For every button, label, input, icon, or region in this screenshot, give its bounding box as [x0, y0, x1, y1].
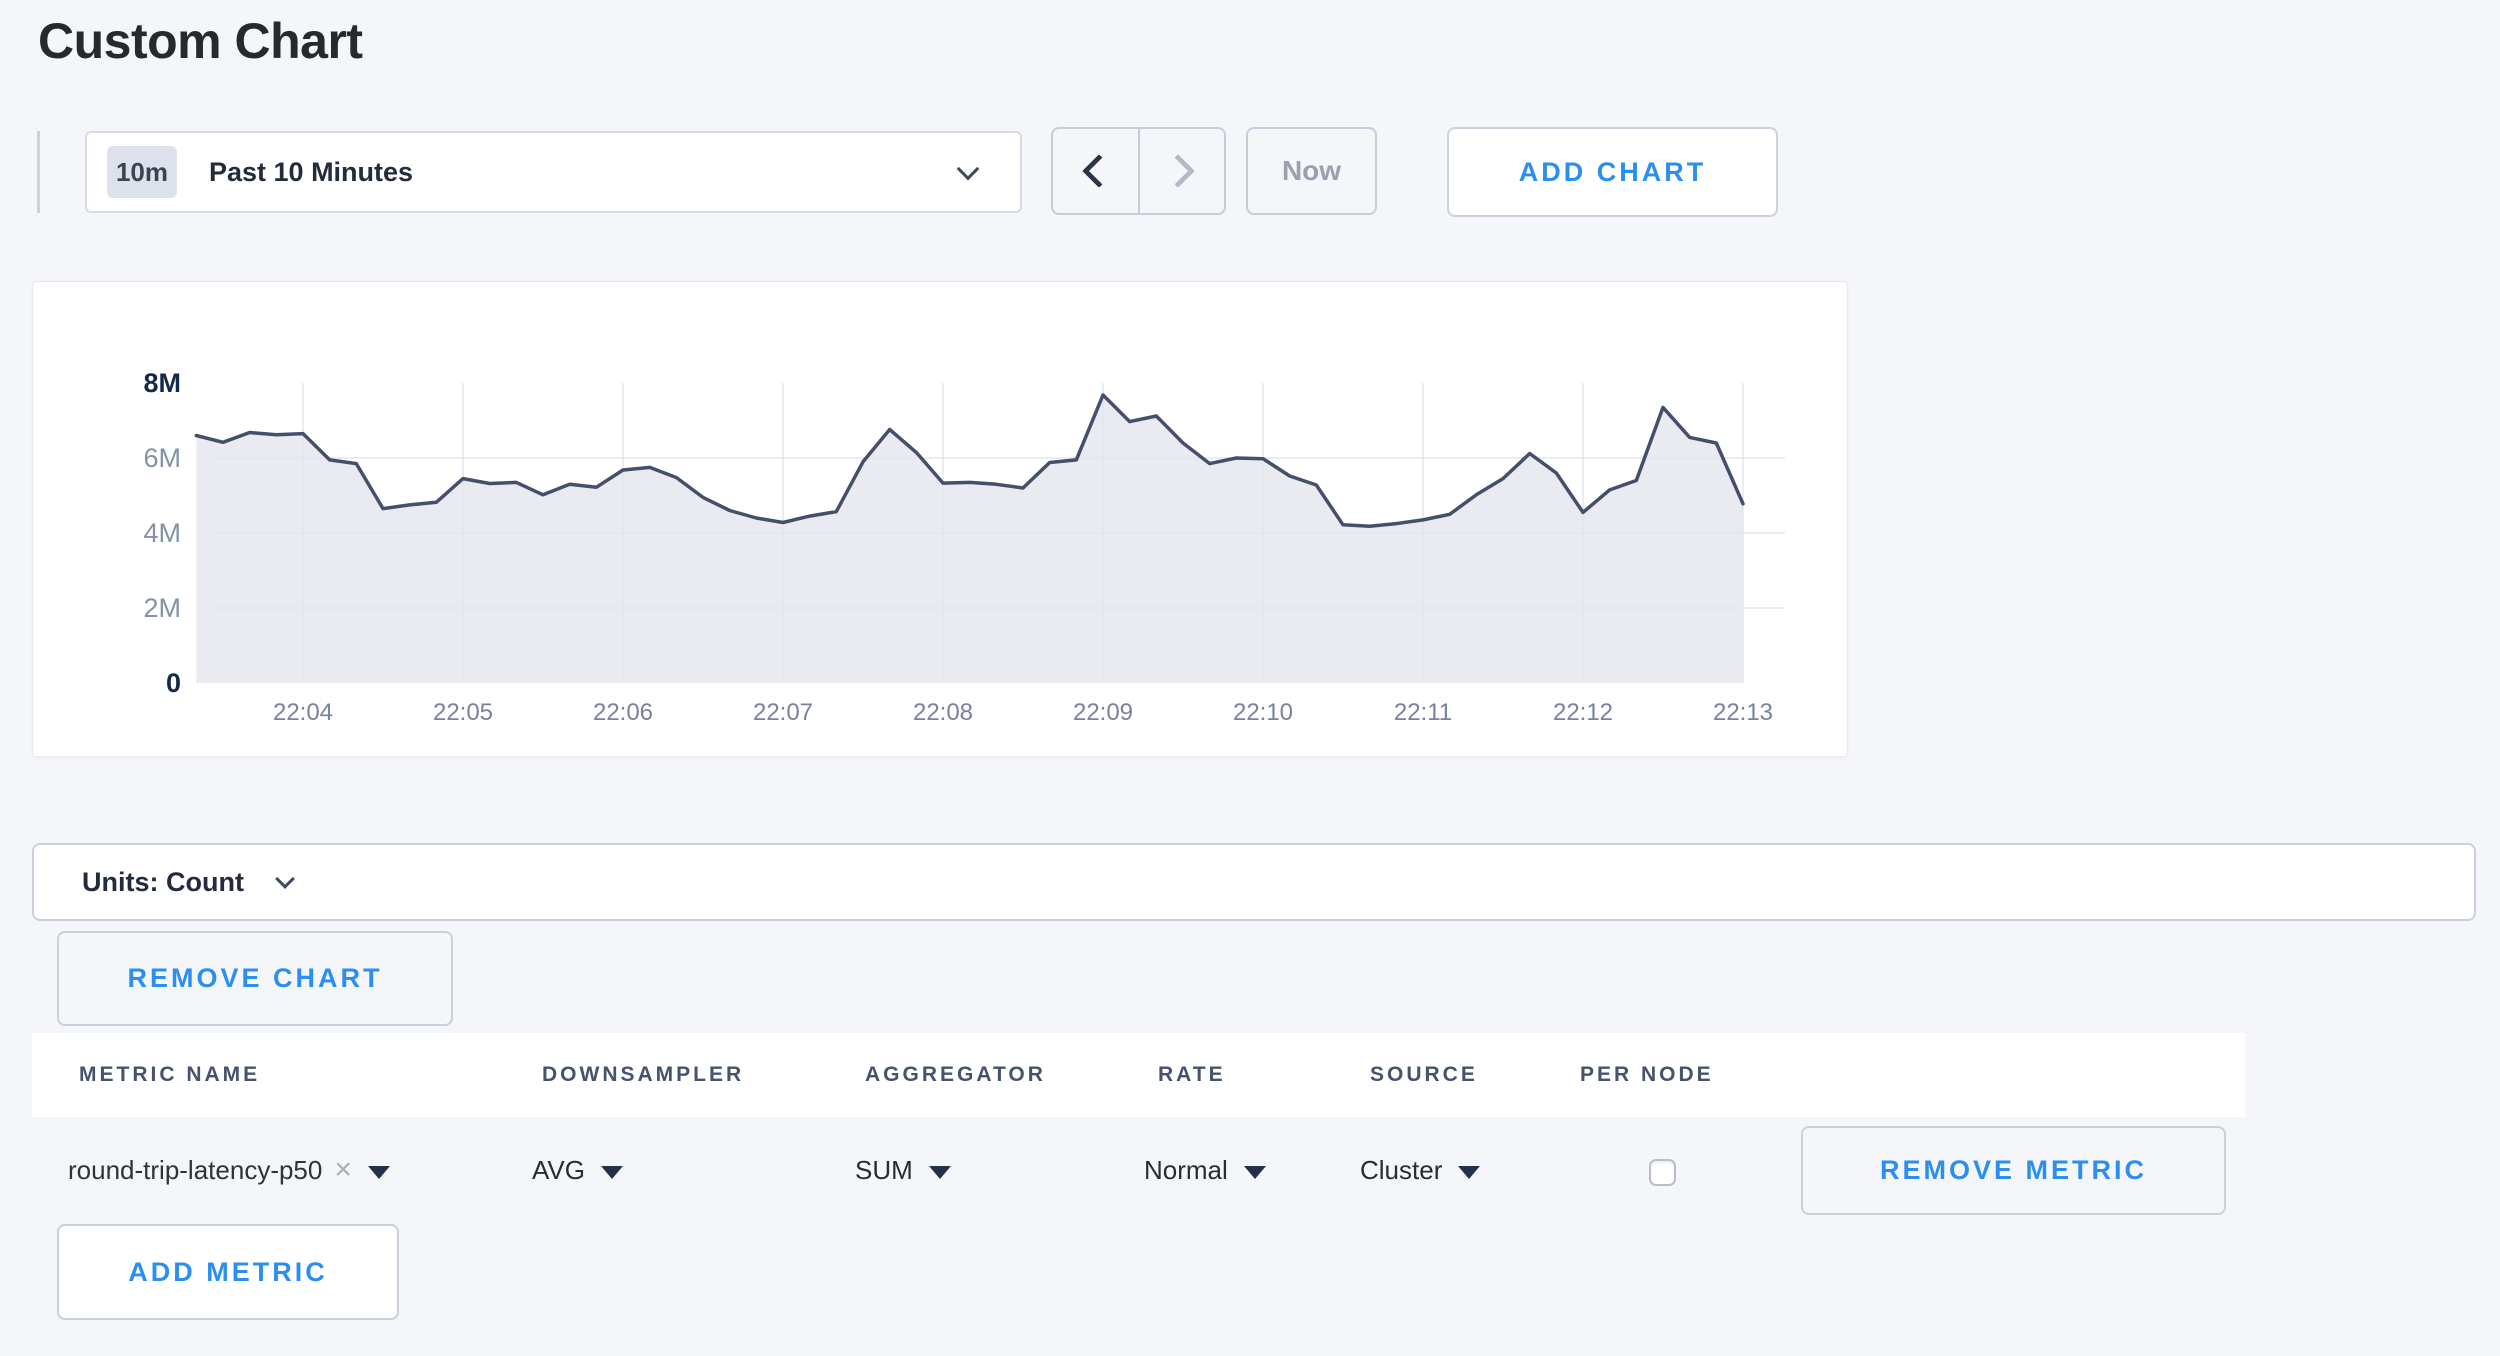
column-header-rate: RATE — [1158, 1033, 1226, 1117]
column-header-aggregator: AGGREGATOR — [865, 1033, 1046, 1117]
rate-value: Normal — [1144, 1155, 1228, 1186]
column-header-per-node: PER NODE — [1580, 1033, 1714, 1117]
rate-select[interactable]: Normal — [1144, 1136, 1266, 1204]
y-axis-tick-label: 6M — [143, 443, 181, 473]
chevron-right-icon — [1161, 154, 1195, 188]
x-axis-tick-label: 22:05 — [433, 699, 493, 726]
metric-name-select[interactable]: round-trip-latency-p50 × — [68, 1136, 390, 1204]
x-axis-tick-label: 22:07 — [753, 699, 813, 726]
caret-down-icon — [1458, 1166, 1480, 1179]
caret-down-icon — [368, 1166, 390, 1179]
column-header-downsampler: DOWNSAMPLER — [542, 1033, 744, 1117]
metric-name-value: round-trip-latency-p50 — [68, 1155, 322, 1186]
time-range-badge: 10m — [107, 146, 177, 198]
x-axis-tick-label: 22:06 — [593, 699, 653, 726]
toolbar-divider — [37, 131, 40, 213]
x-axis-tick-label: 22:09 — [1073, 699, 1133, 726]
units-select[interactable]: Units: Count — [32, 843, 2476, 921]
close-icon[interactable]: × — [334, 1153, 352, 1187]
x-axis-tick-label: 22:10 — [1233, 699, 1293, 726]
column-header-metric-name: METRIC NAME — [79, 1033, 260, 1117]
remove-chart-button[interactable]: REMOVE CHART — [57, 931, 453, 1026]
chevron-down-icon — [275, 869, 295, 889]
source-select[interactable]: Cluster — [1360, 1136, 1480, 1204]
y-axis-tick-label: 2M — [143, 593, 181, 623]
x-axis-tick-label: 22:13 — [1713, 699, 1773, 726]
metric-chart: 0 2M 4M 6M 8M 22:04 22:05 22:06 22:07 22:08 22:09 2… — [33, 282, 1849, 758]
downsampler-value: AVG — [532, 1155, 585, 1186]
source-value: Cluster — [1360, 1155, 1442, 1186]
column-header-source: SOURCE — [1370, 1033, 1478, 1117]
now-button[interactable]: Now — [1246, 127, 1377, 215]
time-range-select[interactable]: 10m Past 10 Minutes — [85, 131, 1022, 213]
time-back-button[interactable] — [1053, 129, 1140, 213]
metric-area-fill — [196, 395, 1743, 683]
y-axis-tick-label: 0 — [166, 668, 181, 698]
x-axis-tick-label: 22:11 — [1394, 699, 1452, 726]
remove-metric-button[interactable]: REMOVE METRIC — [1801, 1126, 2226, 1215]
units-label: Units: Count — [82, 867, 244, 898]
per-node-checkbox[interactable] — [1649, 1159, 1676, 1186]
time-range-label: Past 10 Minutes — [209, 157, 413, 188]
x-axis-tick-label: 22:08 — [913, 699, 973, 726]
x-axis-tick-label: 22:04 — [273, 699, 333, 726]
aggregator-select[interactable]: SUM — [855, 1136, 951, 1204]
add-chart-button[interactable]: ADD CHART — [1447, 127, 1778, 217]
time-nav-group — [1051, 127, 1226, 215]
downsampler-select[interactable]: AVG — [532, 1136, 623, 1204]
custom-chart-page: Custom Chart 10m Past 10 Minutes Now ADD… — [0, 0, 2500, 1356]
add-metric-button[interactable]: ADD METRIC — [57, 1224, 399, 1320]
page-title: Custom Chart — [38, 12, 363, 70]
metrics-table-header: METRIC NAME DOWNSAMPLER AGGREGATOR RATE … — [32, 1033, 2245, 1117]
y-axis-tick-label: 4M — [143, 518, 181, 548]
caret-down-icon — [929, 1166, 951, 1179]
chart-card: 0 2M 4M 6M 8M 22:04 22:05 22:06 22:07 22:08 22:09 2… — [32, 281, 1848, 757]
time-forward-button[interactable] — [1140, 129, 1225, 213]
chevron-left-icon — [1082, 154, 1116, 188]
y-axis-tick-label: 8M — [143, 368, 181, 398]
caret-down-icon — [601, 1166, 623, 1179]
chevron-down-icon — [957, 158, 980, 181]
caret-down-icon — [1244, 1166, 1266, 1179]
x-axis-tick-label: 22:12 — [1553, 699, 1613, 726]
aggregator-value: SUM — [855, 1155, 913, 1186]
